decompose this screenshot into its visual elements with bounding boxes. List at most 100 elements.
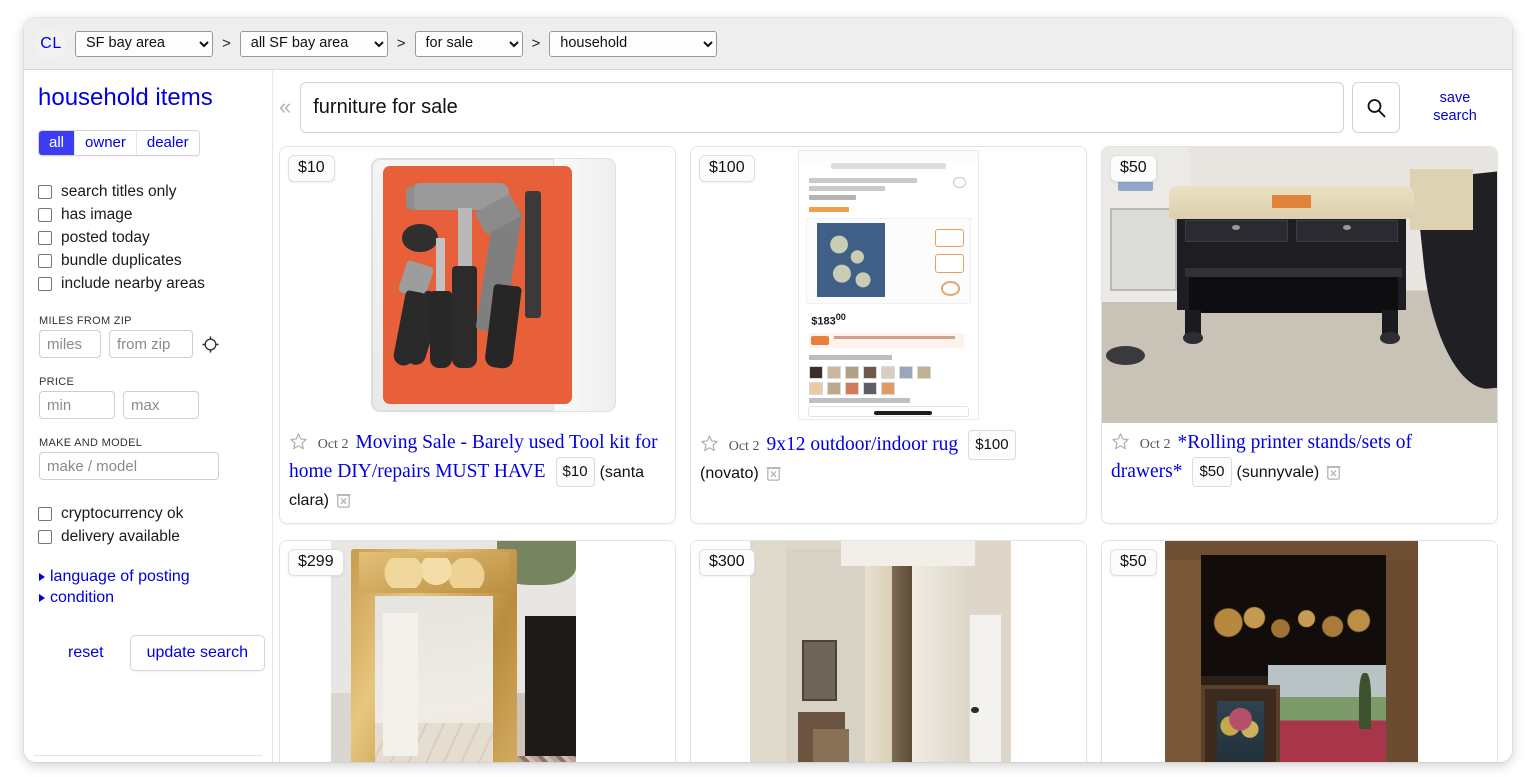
price-label: PRICE — [39, 376, 75, 388]
checkbox-box[interactable] — [38, 184, 52, 199]
search-button[interactable] — [1352, 82, 1400, 133]
listing-meta: Oct 2 *Rolling printer stands/sets of dra… — [1102, 423, 1497, 497]
breadcrumb-separator-1: > — [222, 35, 231, 52]
make-and-model-label: MAKE AND MODEL — [39, 437, 143, 449]
disclosure-language-of-posting[interactable]: language of posting — [39, 568, 272, 586]
listing-title[interactable]: 9x12 outdoor/indoor rug — [766, 434, 958, 455]
chevron-right-icon — [39, 594, 45, 602]
listing-neighborhood: (sunnyvale) — [1236, 464, 1320, 481]
seller-type-dealer[interactable]: dealer — [136, 131, 199, 155]
subregion-select[interactable]: all SF bay area — [239, 30, 388, 57]
checkbox-box[interactable] — [38, 506, 52, 521]
top-checkbox-group: search titles only has image posted toda… — [34, 180, 272, 295]
disclosure-label: condition — [50, 589, 115, 606]
price-row — [39, 391, 272, 419]
make-model-input[interactable] — [39, 452, 219, 480]
checkbox-delivery-available[interactable]: delivery available — [38, 525, 272, 548]
price-min-input[interactable] — [39, 391, 115, 419]
crosshair-icon[interactable] — [201, 335, 220, 354]
disclosure-condition[interactable]: condition — [39, 589, 272, 607]
checkbox-box[interactable] — [38, 529, 52, 544]
trash-icon[interactable] — [1324, 462, 1343, 481]
checkbox-label: include nearby areas — [61, 274, 205, 292]
checkbox-label: bundle duplicates — [61, 251, 182, 269]
checkbox-box[interactable] — [38, 207, 52, 222]
listing-thumbnail[interactable]: $18300 — [691, 147, 1086, 423]
toolkit-image — [280, 147, 675, 423]
trash-icon[interactable] — [334, 490, 353, 509]
results-grid: $10 Oct 2 Moving Sale - Barely used Tool… — [273, 133, 1498, 762]
printer-stand-image — [1102, 147, 1497, 423]
search-input[interactable] — [300, 82, 1344, 133]
category-select[interactable]: household — [549, 30, 718, 57]
region-select[interactable]: SF bay area — [75, 30, 213, 57]
update-search-button[interactable]: update search — [129, 635, 265, 671]
page-body: household items all owner dealer search … — [24, 70, 1512, 762]
search-bar: « save search — [273, 82, 1498, 133]
listing-card[interactable]: $50 — [1101, 146, 1498, 524]
seller-type-all[interactable]: all — [39, 131, 76, 155]
breadcrumb-separator-3: > — [531, 35, 541, 52]
checkbox-label: delivery available — [61, 527, 180, 545]
collapse-sidebar-icon[interactable]: « — [279, 82, 300, 132]
paintings-image — [1102, 541, 1497, 762]
listing-card[interactable]: $299 — [279, 540, 676, 762]
save-search-line-2: search — [1433, 108, 1477, 124]
filter-actions: reset update search — [68, 635, 272, 671]
section-select[interactable]: for sale — [414, 30, 523, 57]
make-and-model-row — [39, 452, 272, 480]
chevron-right-icon — [39, 573, 45, 581]
price-max-input[interactable] — [123, 391, 199, 419]
checkbox-box[interactable] — [38, 230, 52, 245]
listing-meta: Oct 2 Moving Sale - Barely used Tool kit … — [280, 423, 675, 523]
sidebar-divider — [34, 755, 262, 756]
price-badge: $10 — [288, 155, 335, 182]
listing-thumbnail[interactable] — [280, 147, 675, 423]
listing-price: $50 — [1192, 457, 1232, 487]
zip-input[interactable] — [109, 330, 193, 358]
miles-input[interactable] — [39, 330, 101, 358]
checkbox-label: has image — [61, 205, 133, 223]
checkbox-box[interactable] — [38, 253, 52, 268]
reset-button[interactable]: reset — [68, 644, 104, 662]
save-search-link[interactable]: save search — [1412, 82, 1498, 125]
disclosure-label: language of posting — [50, 568, 190, 585]
seller-type-owner[interactable]: owner — [75, 131, 137, 155]
listing-thumbnail[interactable] — [1102, 541, 1497, 762]
save-search-line-1: save — [1439, 90, 1471, 106]
checkbox-label: search titles only — [61, 182, 177, 200]
browser-window: CL SF bay area > all SF bay area > for s… — [24, 18, 1512, 762]
craigslist-logo[interactable]: CL — [36, 28, 66, 59]
star-outline-icon[interactable] — [1111, 432, 1130, 451]
seller-type-toggle[interactable]: all owner dealer — [38, 130, 200, 156]
filters-sidebar: household items all owner dealer search … — [24, 70, 272, 762]
bottom-checkbox-group: cryptocurrency ok delivery available — [34, 502, 272, 548]
miles-from-zip-label: MILES FROM ZIP — [39, 315, 132, 327]
price-badge: $50 — [1110, 155, 1157, 182]
price-badge: $100 — [699, 155, 755, 182]
checkbox-posted-today[interactable]: posted today — [38, 226, 272, 249]
price-badge: $299 — [288, 549, 344, 576]
checkbox-label: cryptocurrency ok — [61, 504, 184, 522]
listing-card[interactable]: $100 $18300 Oct 2 9x12 outdoor/indoor ru… — [690, 146, 1087, 524]
checkbox-has-image[interactable]: has image — [38, 203, 272, 226]
star-outline-icon[interactable] — [700, 434, 719, 453]
listing-card[interactable]: $300 — [690, 540, 1087, 762]
trash-icon[interactable] — [764, 463, 783, 482]
checkbox-label: posted today — [61, 228, 150, 246]
checkbox-include-nearby-areas[interactable]: include nearby areas — [38, 272, 272, 295]
listing-card[interactable]: $10 Oct 2 Moving Sale - Barely used Tool… — [279, 146, 676, 524]
checkbox-cryptocurrency-ok[interactable]: cryptocurrency ok — [38, 502, 272, 525]
star-outline-icon[interactable] — [289, 432, 308, 451]
listing-card[interactable]: $50 — [1101, 540, 1498, 762]
checkbox-box[interactable] — [38, 276, 52, 291]
listing-neighborhood: (novato) — [700, 465, 759, 482]
listing-date: Oct 2 — [1139, 437, 1171, 452]
listing-price: $10 — [555, 457, 595, 487]
price-badge: $50 — [1110, 549, 1157, 576]
checkbox-bundle-duplicates[interactable]: bundle duplicates — [38, 249, 272, 272]
listing-thumbnail[interactable] — [1102, 147, 1497, 423]
listing-meta: Oct 2 9x12 outdoor/indoor rug $100 (novato) — [691, 423, 1086, 496]
checkbox-search-titles-only[interactable]: search titles only — [38, 180, 272, 203]
page-title[interactable]: household items — [38, 84, 272, 112]
